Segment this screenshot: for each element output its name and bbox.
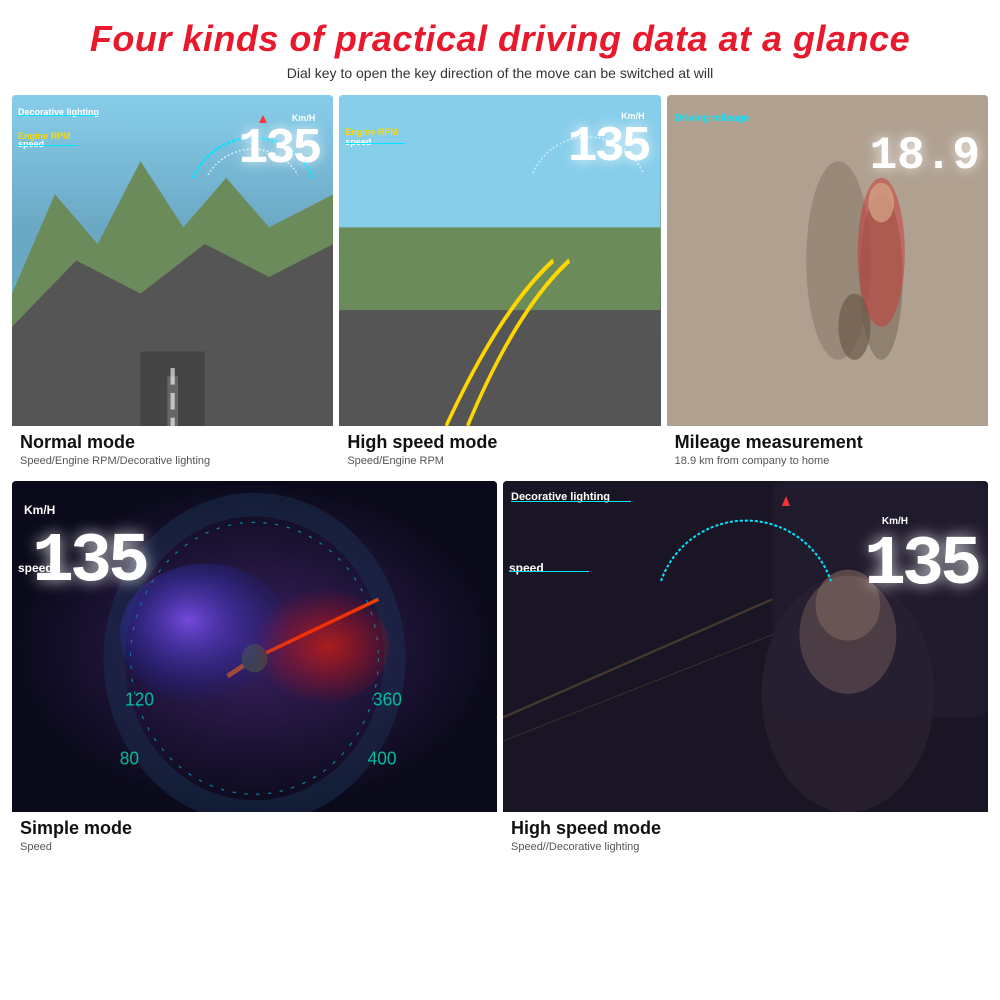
card-normal-mode: Km/H 135 Decorative lighting Engine RPM … [12, 95, 333, 475]
speed-line-3 [509, 571, 589, 572]
high-speed-desc: Speed/Engine RPM [347, 455, 652, 467]
card-high2-info: High speed mode Speed//Decorative lighti… [503, 812, 988, 861]
main-title: Four kinds of practical driving data at … [12, 18, 988, 59]
card-mileage-image: Driving mileage 18.9 [667, 95, 988, 426]
card-interior-image: Decorative lighting Km/H 135 speed [503, 481, 988, 812]
subtitle: Dial key to open the key direction of th… [12, 65, 988, 81]
card-normal-info: Normal mode Speed/Engine RPM/Decorative … [12, 426, 333, 475]
speed-line [18, 145, 78, 146]
simple-mode-desc: Speed [20, 841, 489, 853]
simple-label: speed [18, 561, 53, 575]
bottom-grid: 80 120 360 400 [12, 481, 988, 861]
high-speed-2-desc: Speed//Decorative lighting [511, 841, 980, 853]
deco-line2 [511, 501, 631, 502]
card-high-info: High speed mode Speed/Engine RPM [339, 426, 660, 475]
mileage-label: Mileage measurement [675, 432, 980, 453]
speed-display: 135 [238, 121, 319, 178]
card-high-speed-2: Decorative lighting Km/H 135 speed High … [503, 481, 988, 861]
hud-interior: Decorative lighting Km/H 135 speed [503, 481, 988, 812]
card-mileage-info: Mileage measurement 18.9 km from company… [667, 426, 988, 475]
speed-label-3: speed [509, 561, 544, 575]
high-speed-2-label: High speed mode [511, 818, 980, 839]
speed-display-3: 135 [864, 526, 978, 605]
normal-mode-desc: Speed/Engine RPM/Decorative lighting [20, 455, 325, 467]
top-grid: Km/H 135 Decorative lighting Engine RPM … [12, 95, 988, 475]
card-mileage: Driving mileage 18.9 Mileage measurement… [667, 95, 988, 475]
hud-mileage: Driving mileage 18.9 [667, 95, 988, 426]
speed-label: speed [18, 139, 44, 149]
main-container: Four kinds of practical driving data at … [0, 0, 1000, 1000]
header-section: Four kinds of practical driving data at … [12, 10, 988, 95]
simple-speed-label: Km/H [24, 503, 55, 517]
hud-simple: Km/H 135 speed [12, 481, 497, 812]
card-simple-info: Simple mode Speed [12, 812, 497, 861]
deco-line1 [18, 115, 98, 116]
hud-high: Km/H 135 Engine RPM speed [339, 95, 660, 426]
card-simple-mode: 80 120 360 400 [12, 481, 497, 861]
mileage-desc: 18.9 km from company to home [675, 455, 980, 467]
card-high-speed-image: Km/H 135 Engine RPM speed [339, 95, 660, 426]
speed-label-2: speed [345, 137, 371, 147]
driving-mileage-label: Driving mileage [675, 113, 749, 124]
hud-normal: Km/H 135 Decorative lighting Engine RPM … [12, 95, 333, 426]
normal-mode-label: Normal mode [20, 432, 325, 453]
simple-mode-label: Simple mode [20, 818, 489, 839]
speed-display-2: 135 [568, 119, 649, 176]
rpm-label-2: Engine RPM [345, 127, 398, 137]
card-normal-image: Km/H 135 Decorative lighting Engine RPM … [12, 95, 333, 426]
mileage-display: 18.9 [870, 130, 980, 182]
card-simple-image: 80 120 360 400 [12, 481, 497, 812]
speed-line-2 [345, 143, 405, 144]
high-speed-label: High speed mode [347, 432, 652, 453]
card-high-speed-1: Km/H 135 Engine RPM speed High speed mod… [339, 95, 660, 475]
